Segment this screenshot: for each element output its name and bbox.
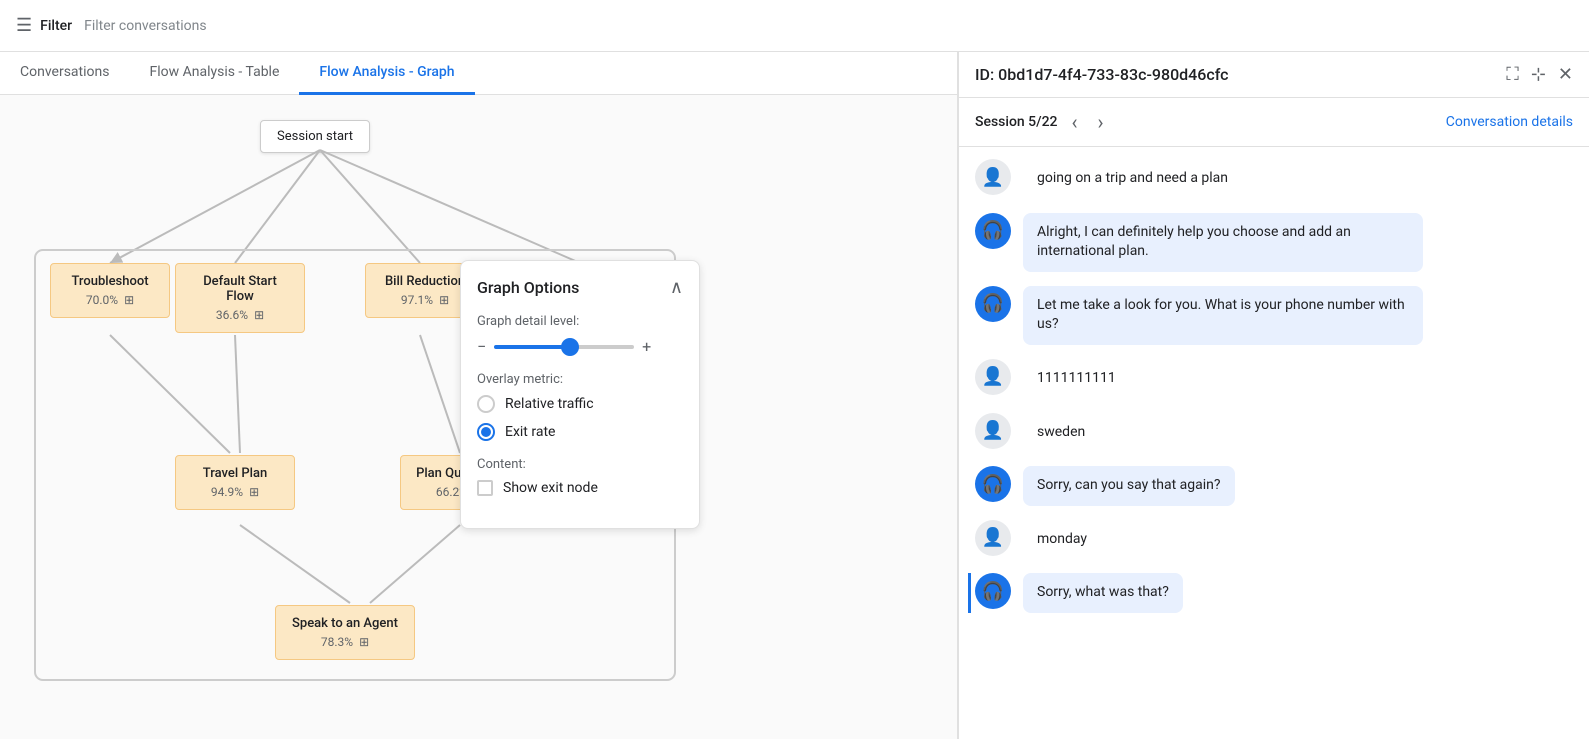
prev-session-button[interactable]: ‹ <box>1066 108 1084 136</box>
filter-icon: ☰ <box>16 15 32 36</box>
content-section: Content: Show exit node <box>477 457 683 496</box>
tab-conversations[interactable]: Conversations <box>0 52 129 95</box>
table-icon-5: ⊞ <box>249 485 259 499</box>
table-icon-3: ⊞ <box>439 293 449 307</box>
show-exit-node-label: Show exit node <box>503 480 598 496</box>
graph-options-panel: Graph Options ∧ Graph detail level: − + <box>460 260 700 529</box>
collapse-graph-options-button[interactable]: ∧ <box>670 277 683 298</box>
overlay-metric-label: Overlay metric: <box>477 372 683 387</box>
agent-avatar: 🎧 <box>975 573 1011 609</box>
overlay-metric-section: Overlay metric: Relative traffic Exit ra… <box>477 372 683 441</box>
table-icon-2: ⊞ <box>254 308 264 322</box>
graph-area: Session start <box>0 95 957 739</box>
message-row: 👤 sweden <box>975 413 1573 453</box>
message-bubble: Sorry, what was that? <box>1023 573 1183 613</box>
show-exit-node-option[interactable]: Show exit node <box>477 480 683 496</box>
tab-flow-table[interactable]: Flow Analysis - Table <box>129 52 299 95</box>
table-icon: ⊞ <box>124 293 134 307</box>
move-icon[interactable]: ⊹ <box>1531 64 1546 85</box>
user-avatar: 👤 <box>975 413 1011 449</box>
radio-circle-relative <box>477 395 495 413</box>
message-bubble: Let me take a look for you. What is your… <box>1023 286 1423 345</box>
node-speak-to-agent[interactable]: Speak to an Agent 78.3% ⊞ <box>275 605 415 660</box>
message-bubble: 1111111111 <box>1023 359 1130 399</box>
radio-exit-rate[interactable]: Exit rate <box>477 423 683 441</box>
table-icon-7: ⊞ <box>359 635 369 649</box>
header-icons: ⛶ ⊹ ✕ <box>1506 64 1573 85</box>
slider-minus-button[interactable]: − <box>477 337 486 356</box>
session-nav: Session 5/22 ‹ › Conversation details <box>959 98 1589 147</box>
left-panel: Conversations Flow Analysis - Table Flow… <box>0 52 958 739</box>
session-label: Session 5/22 <box>975 114 1058 130</box>
message-row: 👤 1111111111 <box>975 359 1573 399</box>
graph-options-title: Graph Options <box>477 278 579 297</box>
node-travel-plan[interactable]: Travel Plan 94.9% ⊞ <box>175 455 295 510</box>
message-bubble: sweden <box>1023 413 1099 453</box>
node-default-start[interactable]: Default Start Flow 36.6% ⊞ <box>175 263 305 333</box>
agent-avatar: 🎧 <box>975 466 1011 502</box>
message-row-highlighted: 🎧 Sorry, what was that? <box>968 573 1573 613</box>
filter-input-placeholder[interactable]: Filter conversations <box>84 18 206 34</box>
chat-area: 👤 going on a trip and need a plan 🎧 Alri… <box>959 147 1589 739</box>
message-bubble: Alright, I can definitely help you choos… <box>1023 213 1423 272</box>
node-troubleshoot[interactable]: Troubleshoot 70.0% ⊞ <box>50 263 170 318</box>
graph-options-header: Graph Options ∧ <box>477 277 683 298</box>
agent-avatar: 🎧 <box>975 213 1011 249</box>
session-info: Session 5/22 ‹ › <box>975 108 1110 136</box>
next-session-button[interactable]: › <box>1092 108 1110 136</box>
agent-avatar: 🎧 <box>975 286 1011 322</box>
radio-label-exit: Exit rate <box>505 424 555 440</box>
user-avatar: 👤 <box>975 520 1011 556</box>
radio-label-relative: Relative traffic <box>505 396 594 412</box>
flow-container: Session start <box>20 115 720 739</box>
message-bubble: Sorry, can you say that again? <box>1023 466 1235 506</box>
message-row: 👤 going on a trip and need a plan <box>975 159 1573 199</box>
detail-level-label: Graph detail level: <box>477 314 683 329</box>
message-row: 🎧 Alright, I can definitely help you cho… <box>975 213 1573 272</box>
slider-plus-button[interactable]: + <box>642 337 651 356</box>
conversation-details-link[interactable]: Conversation details <box>1446 114 1573 130</box>
session-start-node: Session start <box>260 120 370 153</box>
slider-container: − + <box>477 337 683 356</box>
filter-label: Filter <box>40 18 72 34</box>
filter-bar: ☰ Filter Filter conversations <box>0 0 1589 52</box>
content-label: Content: <box>477 457 683 472</box>
expand-icon[interactable]: ⛶ <box>1506 64 1519 85</box>
message-bubble: going on a trip and need a plan <box>1023 159 1242 199</box>
tab-flow-graph[interactable]: Flow Analysis - Graph <box>299 52 474 95</box>
message-row: 🎧 Let me take a look for you. What is yo… <box>975 286 1573 345</box>
detail-level-slider[interactable] <box>494 345 634 349</box>
conversation-id: ID: 0bd1d7-4f4-733-83c-980d46cfc <box>975 65 1229 84</box>
message-bubble: monday <box>1023 520 1101 560</box>
radio-circle-exit <box>477 423 495 441</box>
user-avatar: 👤 <box>975 359 1011 395</box>
tabs-bar: Conversations Flow Analysis - Table Flow… <box>0 52 957 95</box>
user-avatar: 👤 <box>975 159 1011 195</box>
show-exit-node-checkbox[interactable] <box>477 480 493 496</box>
radio-relative-traffic[interactable]: Relative traffic <box>477 395 683 413</box>
conversation-header: ID: 0bd1d7-4f4-733-83c-980d46cfc ⛶ ⊹ ✕ <box>959 52 1589 98</box>
message-row: 👤 monday <box>975 520 1573 560</box>
close-icon[interactable]: ✕ <box>1558 64 1573 85</box>
right-panel: ID: 0bd1d7-4f4-733-83c-980d46cfc ⛶ ⊹ ✕ S… <box>959 52 1589 739</box>
message-row: 🎧 Sorry, can you say that again? <box>975 466 1573 506</box>
detail-level-section: Graph detail level: − + <box>477 314 683 356</box>
